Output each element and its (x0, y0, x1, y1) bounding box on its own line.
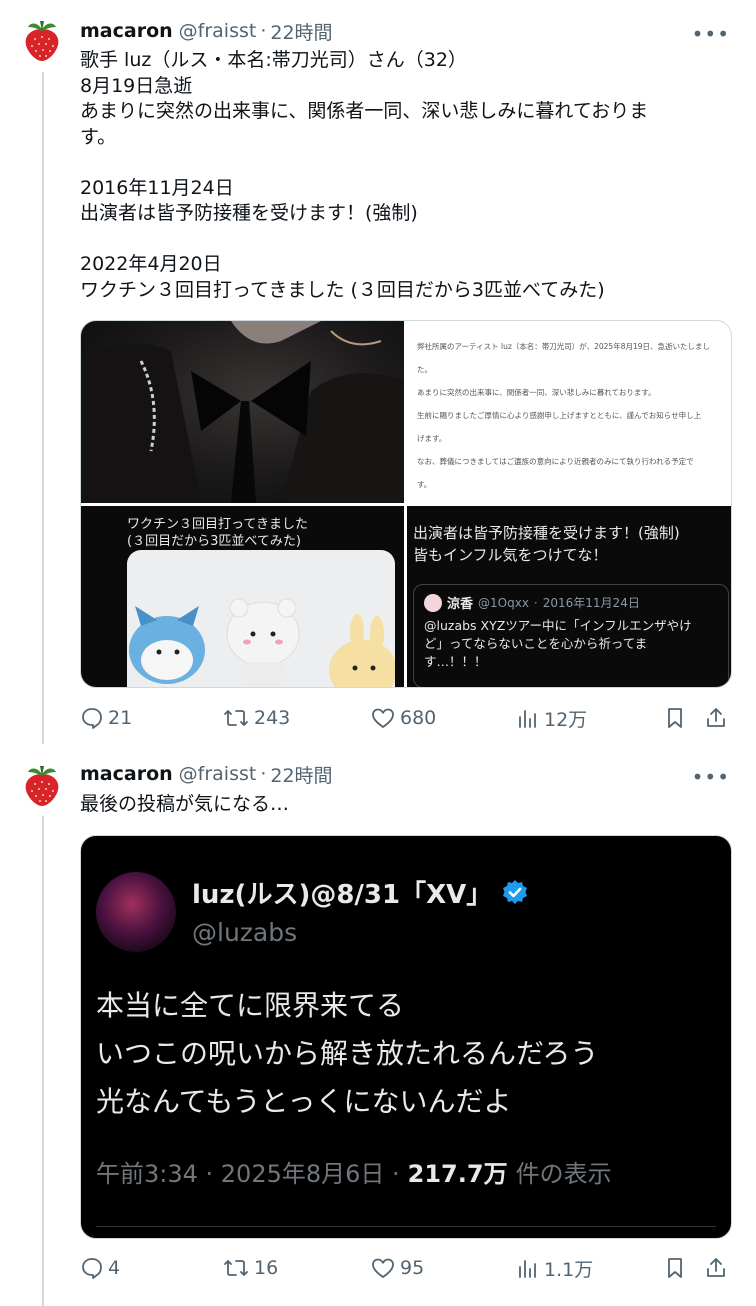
quote-text: 出演者は皆予防接種を受けます！(強制) 皆もインフル気をつけてな！ (413, 524, 680, 564)
screenshot-author-name: luz(ルス)@8/31「XV」 (192, 874, 530, 911)
screenshot-meta: 午前3:34 · 2025年8月6日 · 217.7万 件の表示 (96, 1154, 612, 1189)
views-count: 1.1万 (544, 1258, 594, 1281)
separator: · (260, 763, 267, 785)
tweet-actions: 21 243 680 12万 (80, 703, 736, 733)
reply-button[interactable]: 21 (80, 706, 132, 730)
strawberry-icon (25, 766, 59, 806)
strawberry-icon (25, 21, 59, 61)
retweet-button[interactable]: 16 (222, 1256, 278, 1280)
screenshot-author-handle: @luzabs (192, 918, 298, 947)
author-name[interactable]: macaron (80, 763, 173, 785)
views-button[interactable]: 1.1万 (516, 1255, 593, 1282)
screenshot-tweet-text: 本当に全てに限界来てる いつこの呪いから解き放たれるんだろう 光なんてもうとっく… (96, 989, 599, 1118)
share-icon (707, 1258, 725, 1277)
separator: · (260, 20, 267, 42)
announcement-document[interactable]: 弊社所属のアーティスト luz（本名：帯刀光司）が、2025年8月19日、急逝い… (407, 321, 731, 503)
nested-quote-name: 涼香 (447, 597, 474, 612)
tweet-header: macaron @fraisst · 22時間 (80, 18, 736, 44)
share-button[interactable] (704, 1256, 728, 1280)
views-icon (519, 710, 536, 728)
nested-quote-date: 2016年11月24日 (542, 596, 640, 610)
verified-badge-icon (503, 879, 528, 904)
photo-leather-jacket[interactable] (81, 321, 404, 503)
like-count: 95 (400, 1257, 425, 1279)
like-button[interactable]: 680 (370, 706, 436, 730)
bookmark-button[interactable] (664, 1256, 686, 1280)
luz-avatar (96, 872, 176, 952)
reply-count: 4 (108, 1257, 121, 1279)
plush-image (127, 550, 397, 687)
bookmark-icon (668, 708, 682, 728)
more-options-icon[interactable]: ••• (692, 765, 730, 789)
views-button[interactable]: 12万 (516, 705, 587, 732)
like-button[interactable]: 95 (370, 1256, 424, 1280)
tweet[interactable]: macaron @fraisst · 22時間 ••• 歌手 luz（ルス・本名… (0, 0, 756, 745)
media-grid[interactable]: 弊社所属のアーティスト luz（本名：帯刀光司）が、2025年8月19日、急逝い… (80, 320, 732, 688)
nested-quote: 涼香 @1Oqxx · 2016年11月24日 @luzabs XYZツアー中に… (413, 584, 729, 687)
strawberry-avatar[interactable] (20, 18, 64, 62)
more-options-icon[interactable]: ••• (692, 22, 730, 46)
divider (96, 1226, 716, 1227)
screenshot-views-label: 件の表示 (515, 1160, 612, 1188)
screenshot-author-name-text: luz(ルス)@8/31「XV」 (192, 880, 493, 910)
announcement-text: 弊社所属のアーティスト luz（本名：帯刀光司）が、2025年8月19日、急逝い… (417, 342, 711, 489)
retweet-count: 16 (254, 1257, 279, 1279)
screenshot-time: 午前3:34 · 2025年8月6日 · (96, 1160, 400, 1188)
author-handle[interactable]: @fraisst (179, 763, 257, 785)
tweet-header: macaron @fraisst · 22時間 (80, 761, 736, 787)
screenshot-image[interactable]: luz(ルス)@8/31「XV」 @luzabs 本当に全てに限界来てる いつこ… (80, 835, 732, 1239)
nested-quote-separator: · (533, 595, 538, 610)
nested-quote-handle: @1Oqxx (478, 595, 529, 610)
nested-quote-text: @luzabs XYZツアー中に「インフルエンザやけ ど」ってならないことを心か… (424, 618, 692, 669)
strawberry-avatar[interactable] (20, 763, 64, 807)
plush-caption: ワクチン３回目打ってきました (３回目だから3匹並べてみた) (127, 517, 308, 549)
like-icon (372, 1258, 394, 1278)
plush-toys-illustration (129, 598, 397, 687)
retweet-button[interactable]: 243 (222, 706, 290, 730)
retweet-icon (224, 1260, 248, 1276)
tweet-text: 最後の投稿が気になる… (80, 793, 290, 815)
share-icon (707, 708, 725, 727)
retweet-count: 243 (254, 707, 291, 729)
tweet-text: 歌手 luz（ルス・本名:帯刀光司）さん（32） 8月19日急逝 あまりに突然の… (80, 49, 649, 301)
like-count: 680 (400, 707, 437, 729)
reply-button[interactable]: 4 (80, 1256, 120, 1280)
share-button[interactable] (704, 706, 728, 730)
views-count: 12万 (544, 708, 588, 731)
author-handle[interactable]: @fraisst (179, 20, 257, 42)
bookmark-button[interactable] (664, 706, 686, 730)
timestamp[interactable]: 22時間 (270, 761, 332, 788)
nested-quote-avatar (424, 593, 442, 612)
nested-quote-header: 涼香 @1Oqxx · 2016年11月24日 (424, 593, 640, 612)
reply-icon (82, 1258, 102, 1279)
plush-photo[interactable]: ワクチン３回目打ってきました (３回目だから3匹並べてみた) (81, 506, 404, 687)
quoted-tweet-screenshot[interactable]: 出演者は皆予防接種を受けます！(強制) 皆もインフル気をつけてな！ 涼香 @1O… (407, 506, 731, 687)
reply-count: 21 (108, 707, 133, 729)
bookmark-icon (668, 1258, 682, 1278)
screenshot-views: 217.7万 (407, 1160, 508, 1188)
tweet-actions: 4 16 95 1.1万 (80, 1253, 736, 1283)
photo-artwork (81, 321, 404, 503)
retweet-icon (224, 710, 248, 726)
reply-icon (82, 708, 102, 729)
tweet[interactable]: macaron @fraisst · 22時間 ••• 最後の投稿が気になる… … (0, 745, 756, 1306)
like-icon (372, 708, 394, 728)
author-name[interactable]: macaron (80, 20, 173, 42)
views-icon (519, 1260, 536, 1278)
timestamp[interactable]: 22時間 (270, 18, 332, 45)
